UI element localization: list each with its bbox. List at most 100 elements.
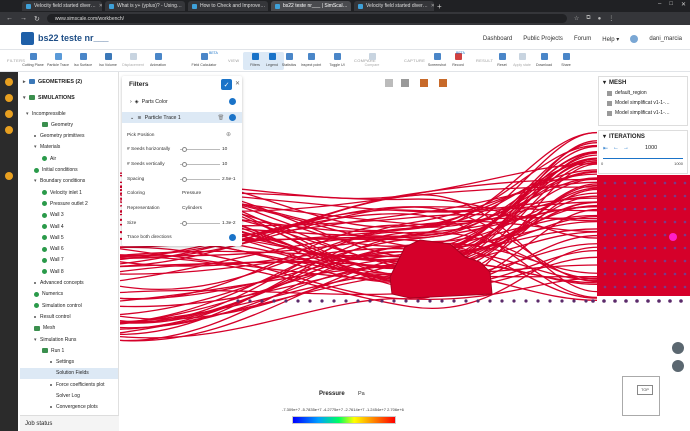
size-slider[interactable]	[180, 221, 220, 226]
legend-unit[interactable]: Pa	[358, 391, 365, 397]
iteration-slider[interactable]: 0 1000	[599, 156, 687, 168]
tree-item[interactable]: Advanced concepts	[20, 278, 118, 289]
reload-icon[interactable]: ↻	[34, 15, 40, 23]
tree-item[interactable]: Wall 6	[20, 244, 118, 255]
close-window-icon[interactable]: ✕	[681, 1, 686, 8]
close-tab-icon[interactable]: ✕	[431, 3, 434, 9]
tree-item[interactable]: Geometry primitives	[20, 131, 118, 142]
cutting-plane-button[interactable]: Cutting Plane	[21, 52, 45, 70]
browser-tab-active[interactable]: bs22 teste nr___ | SimScal…✕	[271, 1, 351, 11]
mesh-panel-title[interactable]: ▾ MESH	[599, 77, 687, 88]
mesh-part-item[interactable]: Model simplificat v1-1-…	[599, 98, 687, 108]
chat-fab-icon[interactable]	[672, 360, 684, 372]
coloring-select[interactable]: Pressure	[182, 191, 201, 196]
previous-iteration-icon[interactable]: ←	[613, 145, 619, 151]
mesh-region-item[interactable]: default_region	[599, 88, 687, 98]
seeds-horizontal-slider[interactable]	[180, 147, 220, 152]
tree-item[interactable]: Force coefficients plot	[20, 379, 118, 390]
tree-item[interactable]: Wall 3	[20, 210, 118, 221]
view-top-cube-icon[interactable]	[439, 79, 447, 87]
tree-item[interactable]: Solution Fields	[20, 367, 118, 379]
tree-item[interactable]: Settings	[20, 357, 118, 368]
share-button[interactable]: Share	[554, 52, 578, 70]
representation-select[interactable]: Cylinders	[182, 206, 202, 211]
tree-item[interactable]: Air	[20, 153, 118, 164]
pick-position-crosshair-icon[interactable]: ⊕	[226, 131, 231, 138]
help-fab-icon[interactable]	[672, 342, 684, 354]
collapse-caret-icon[interactable]: ▾	[603, 133, 606, 140]
mesh-part-item[interactable]: Model simplificat v1-1-…	[599, 108, 687, 118]
seeds-horizontal-value[interactable]: 10	[222, 147, 227, 152]
view-iso-cube-icon[interactable]	[385, 79, 393, 87]
tree-item[interactable]: ▾ Boundary conditions	[20, 176, 118, 187]
slider-knob[interactable]	[182, 162, 187, 167]
delete-icon[interactable]: 🗑	[217, 115, 224, 121]
next-iteration-icon[interactable]: →	[623, 145, 629, 151]
first-iteration-icon[interactable]: ⇤	[603, 145, 608, 152]
tree-item[interactable]: Result control	[20, 311, 118, 322]
forward-icon[interactable]: →	[20, 15, 27, 22]
displacement-button[interactable]: Displacement	[121, 52, 145, 70]
job-status-bar[interactable]: Job status	[20, 415, 119, 431]
spacing-value[interactable]: 2.5e-1	[222, 177, 236, 182]
browser-tab[interactable]: What is y+ (yplus)? - Using…✕	[105, 1, 185, 11]
close-panel-icon[interactable]: ✕	[235, 80, 240, 87]
download-button[interactable]: Download	[532, 52, 556, 70]
view-side-cube-icon[interactable]	[420, 79, 428, 87]
expand-caret-icon[interactable]: ›	[130, 99, 132, 105]
maximize-icon[interactable]: □	[669, 1, 673, 8]
slider-knob[interactable]	[182, 221, 187, 226]
collapse-caret-icon[interactable]: ⌄	[130, 115, 134, 121]
toggle-ui-button[interactable]: Toggle UI	[325, 52, 349, 70]
tree-item[interactable]: Initial conditions	[20, 165, 118, 176]
forum-link[interactable]: Forum	[574, 36, 591, 42]
rail-results-icon[interactable]	[5, 126, 13, 134]
bookmark-star-icon[interactable]: ☆	[574, 15, 579, 22]
browser-menu-icon[interactable]: ⋮	[608, 15, 614, 22]
new-tab-icon[interactable]: +	[437, 2, 442, 11]
filter-particle-trace[interactable]: ⌄ ≋ Particle Trace 1 🗑	[122, 112, 242, 123]
visibility-toggle-icon[interactable]	[229, 114, 236, 121]
orientation-widget[interactable]: TOP	[622, 376, 660, 416]
slider-knob[interactable]	[182, 177, 187, 182]
inspect-point-button[interactable]: Inspect point	[299, 52, 323, 70]
minimize-icon[interactable]: –	[658, 1, 661, 8]
tree-item[interactable]: Geometry	[20, 119, 118, 130]
rail-mesh-icon[interactable]	[5, 110, 13, 118]
top-view-face[interactable]: TOP	[637, 385, 653, 395]
confirm-check-button[interactable]: ✓	[221, 79, 232, 90]
help-menu[interactable]: Help ▾	[602, 36, 619, 43]
rail-simulation-icon[interactable]	[5, 94, 13, 102]
tree-item[interactable]: ▾ Incompressible	[20, 108, 118, 119]
dashboard-link[interactable]: Dashboard	[483, 36, 512, 42]
profile-icon[interactable]: ●	[598, 16, 602, 22]
avatar[interactable]	[630, 35, 639, 43]
tree-item[interactable]: Wall 8	[20, 266, 118, 277]
seeds-vertical-value[interactable]: 10	[222, 162, 227, 167]
browser-tab[interactable]: Velocity field started diver… ✕	[22, 1, 102, 11]
collapse-caret-icon[interactable]: ▾	[603, 79, 606, 86]
apply-state-button[interactable]: Apply state	[510, 52, 534, 70]
tree-item[interactable]: Wall 4	[20, 221, 118, 232]
tree-item[interactable]: Convergence plots	[20, 402, 118, 413]
visibility-toggle-icon[interactable]	[229, 98, 236, 105]
compare-button[interactable]: Compare	[360, 52, 384, 70]
tree-item[interactable]: ▾ Simulation Runs	[20, 334, 118, 345]
tree-item[interactable]: Simulation control	[20, 300, 118, 311]
tree-item[interactable]: Numerics	[20, 289, 118, 300]
slider-knob[interactable]	[182, 147, 187, 152]
tree-item[interactable]: Velocity inlet 1	[20, 187, 118, 198]
browser-tab[interactable]: Velocity field started diver… ✕	[354, 1, 434, 11]
seeds-vertical-slider[interactable]	[180, 162, 220, 167]
simscale-logo-icon[interactable]	[21, 32, 34, 45]
tree-item[interactable]: Wall 5	[20, 232, 118, 243]
size-value[interactable]: 1.3e-2	[222, 221, 236, 226]
iso-volume-button[interactable]: Iso Volume	[96, 52, 120, 70]
browser-tab[interactable]: How to Check and Improve…✕	[188, 1, 268, 11]
public-projects-link[interactable]: Public Projects	[523, 36, 563, 42]
extensions-icon[interactable]: ⧉	[586, 15, 590, 22]
tree-item[interactable]: ▾ Materials	[20, 142, 118, 153]
back-icon[interactable]: ←	[6, 15, 13, 22]
simulations-section[interactable]: ▾ SIMULATIONS	[20, 92, 118, 103]
close-tab-icon[interactable]: ✕	[99, 3, 102, 9]
